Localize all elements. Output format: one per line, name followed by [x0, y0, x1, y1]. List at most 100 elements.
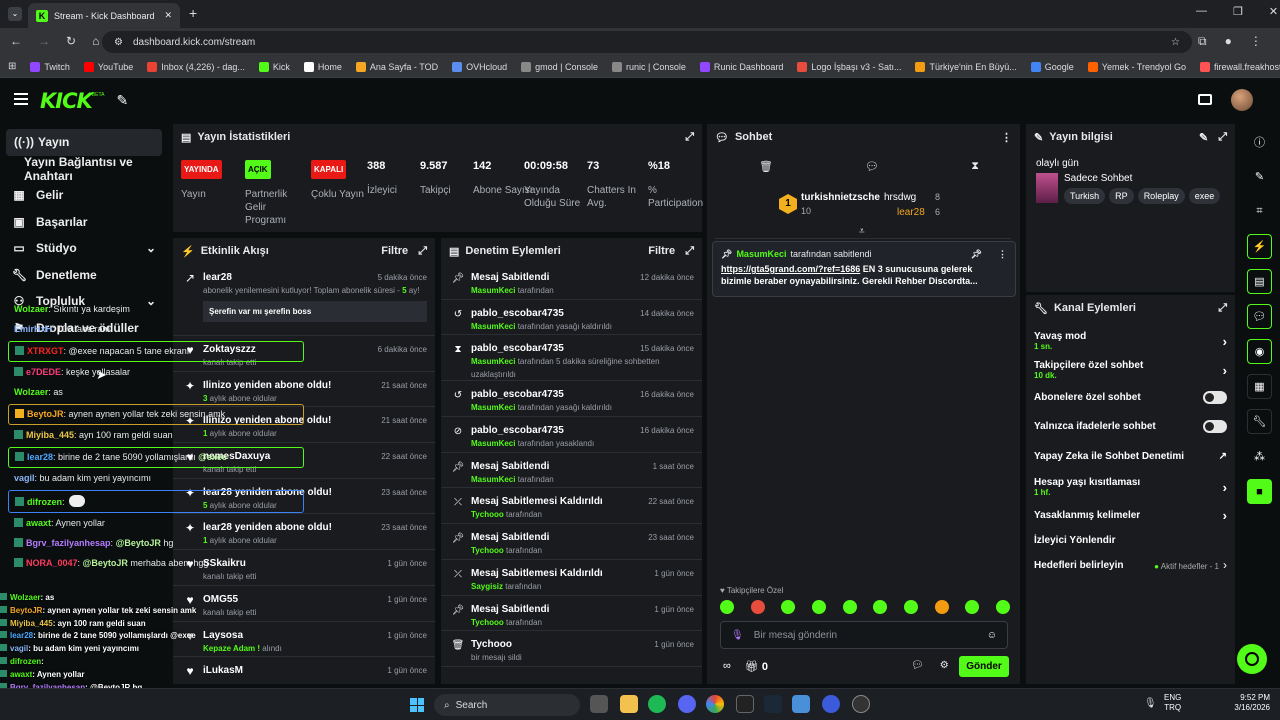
channel-action-row[interactable]: Yavaş mod 1 sn. ›	[1026, 327, 1235, 355]
emote-button-icon[interactable]	[965, 600, 980, 614]
file-explorer-icon[interactable]	[620, 695, 638, 713]
taskbar-search[interactable]: ⌕ Search	[434, 694, 580, 716]
browser-tab[interactable]: K Stream - Kick Dashboard ✕	[28, 3, 180, 28]
chat-username[interactable]: Wolzaer	[14, 387, 48, 397]
home-icon[interactable]: ⌂	[92, 34, 99, 48]
stream-tag[interactable]: Turkish	[1064, 188, 1106, 204]
feed-item[interactable]: ♥ OMG55 1 gün önce kanalı takip etti	[173, 586, 435, 622]
chat-message-input[interactable]: 🎙︎ Bir mesaj gönderin ☺	[720, 621, 1008, 649]
tab-close-icon[interactable]: ✕	[164, 10, 172, 21]
mod-filter-button[interactable]: Filtre	[648, 245, 675, 257]
send-button[interactable]: Gönder	[959, 656, 1009, 677]
chat-username[interactable]: Miyiba_445	[26, 430, 74, 440]
popout-icon[interactable]: ⤢	[685, 245, 694, 258]
channel-action-row[interactable]: Takipçilere özel sohbet 10 dk. ›	[1026, 356, 1235, 384]
app-blue-icon[interactable]	[822, 695, 840, 713]
bookmark-item[interactable]: Inbox (4,226) - dag...	[147, 61, 245, 72]
channel-action-row[interactable]: Abonelere özel sohbet	[1026, 387, 1235, 407]
gift-icon[interactable]: 🎁︎ 0	[745, 660, 768, 673]
toggle-switch[interactable]	[1203, 419, 1227, 433]
sidebar-item-yayin[interactable]: ((·)) Yayın	[6, 129, 162, 156]
chevron-right-icon[interactable]: ›	[1223, 363, 1227, 378]
infinity-icon[interactable]: ∞	[723, 660, 731, 673]
chat-message[interactable]: Miyiba_445: ayn 100 ram geldi suan	[8, 426, 304, 446]
lang-2[interactable]: TRQ	[1164, 703, 1181, 713]
layout-icon[interactable]: ▦	[1247, 374, 1272, 399]
steam-icon[interactable]	[764, 695, 782, 713]
site-info-icon[interactable]: ⚙	[114, 37, 123, 48]
bookmark-item[interactable]: OVHcloud	[452, 61, 507, 72]
game-icon[interactable]: ■	[1247, 479, 1272, 504]
chat-message[interactable]: e7DEDE: keşke yollasalar	[8, 363, 304, 383]
emote-button-icon[interactable]	[750, 600, 765, 614]
chat-bubble-icon[interactable]: 💬︎	[865, 160, 879, 173]
chat-username[interactable]: EmirHxH	[14, 324, 52, 334]
chat-username[interactable]: lear28	[27, 452, 53, 462]
chat-username[interactable]: e7DEDE	[26, 367, 61, 377]
bookmark-item[interactable]: Google	[1030, 61, 1074, 72]
emote-button-icon[interactable]	[720, 600, 734, 614]
chat-message[interactable]: XTRXGT: @exee napacan 5 tane ekranı	[8, 341, 304, 362]
chat-message[interactable]: BeytoJR: aynen aynen yollar tek zeki sen…	[8, 404, 304, 425]
menu-icon[interactable]	[14, 93, 28, 105]
emote-button-icon[interactable]	[811, 600, 826, 614]
mod-action-item[interactable]: 📌︎ Mesaj Sabitlendi 12 dakika önce MasumKec…	[441, 264, 702, 300]
emoji-icon[interactable]: ☺	[987, 630, 997, 641]
url-field[interactable]: ⚙ dashboard.kick.com/stream ☆	[102, 31, 1192, 53]
crop-icon[interactable]: ⌗	[1247, 199, 1272, 224]
emote-button-icon[interactable]	[995, 600, 1010, 614]
emote-button-icon[interactable]	[903, 600, 918, 614]
mod-action-item[interactable]: 📌︎ Mesaj Sabitlendi 1 saat önce MasumKeci t…	[441, 453, 702, 489]
toggle-switch[interactable]	[1203, 390, 1227, 404]
bookmark-item[interactable]: Home	[303, 61, 342, 72]
bookmark-item[interactable]: Yemek - Trendyol Go	[1087, 61, 1186, 72]
bookmark-item[interactable]: gmod | Console	[521, 61, 598, 72]
reload-icon[interactable]: ↻	[66, 34, 76, 48]
bookmark-item[interactable]: Ana Sayfa - TOD	[355, 61, 438, 72]
emote-button-icon[interactable]	[873, 600, 888, 614]
chat-username[interactable]: XTRXGT	[27, 346, 64, 356]
emote-button-icon[interactable]	[781, 600, 796, 614]
info-icon[interactable]: ⓘ	[1247, 129, 1272, 154]
chevron-right-icon[interactable]: ›	[1223, 334, 1227, 349]
bookmark-item[interactable]: Türkiye'nin En Büyü...	[915, 61, 1017, 72]
windows-start-icon[interactable]	[410, 698, 424, 712]
trash-icon[interactable]: 🗑︎	[759, 160, 773, 173]
chat-message[interactable]: Bgrv_fazilyanhesap: @BeytoJR hg	[8, 534, 304, 554]
mod-action-item[interactable]: 📌︎ Mesaj Sabitlendi 23 saat önce Tychooo ta…	[441, 524, 702, 560]
chat-message[interactable]: difrozen:	[8, 490, 304, 513]
chat-message[interactable]: awaxt: Aynen yollar	[8, 514, 304, 534]
discord-icon[interactable]	[678, 695, 696, 713]
mod-action-item[interactable]: ⤫ Mesaj Sabitlemesi Kaldırıldı 22 saat önc…	[441, 488, 702, 525]
minimize-icon[interactable]: —	[1196, 5, 1207, 18]
avatar[interactable]	[1231, 89, 1253, 111]
mod-action-item[interactable]: ⤫ Mesaj Sabitlemesi Kaldırıldı 1 gün önce S…	[441, 560, 702, 596]
chat-message[interactable]: Wolzaer: as	[8, 383, 304, 403]
channel-action-row[interactable]: Yapay Zeka ile Sohbet Denetimi ↗	[1026, 446, 1235, 466]
edit-icon[interactable]: ✎	[1199, 131, 1208, 144]
popout-icon[interactable]: ⤢	[685, 131, 694, 144]
chat-message[interactable]: EmirHxH: 100 tane ram	[8, 320, 304, 340]
tab-search-icon[interactable]: ⌄	[8, 7, 22, 21]
clock-time[interactable]: 9:52 PM	[1226, 693, 1270, 703]
chat-message[interactable]: vagil: bu adam kim yeni yayıncımı	[8, 469, 304, 489]
pin-tool-icon[interactable]: ✎	[116, 92, 128, 109]
nodes-icon[interactable]: ⁂	[1247, 444, 1272, 469]
chat-username[interactable]: Wolzaer	[14, 304, 48, 314]
extensions-icon[interactable]: ⧉	[1198, 34, 1207, 49]
lightning-icon[interactable]: ⚡	[1247, 234, 1272, 259]
sidebar-item-basarilar[interactable]: ▣ Başarılar	[0, 209, 168, 236]
epic-games-icon[interactable]	[736, 695, 754, 713]
popout-icon[interactable]: ⤢	[1218, 131, 1227, 144]
wrench-icon[interactable]: 🔧︎	[1247, 409, 1272, 434]
chat-mention[interactable]: @BeytoJR	[83, 558, 128, 568]
category-thumbnail[interactable]	[1036, 173, 1058, 203]
chat-settings-bubble-icon[interactable]: 💬︎	[911, 660, 924, 671]
channel-action-row[interactable]: Yalnızca ifadelerle sohbet	[1026, 416, 1235, 436]
chevron-right-icon[interactable]: ›	[1223, 558, 1227, 572]
spotify-icon[interactable]	[648, 695, 666, 713]
broadcast-icon[interactable]: ◉	[1247, 339, 1272, 364]
close-window-icon[interactable]: ✕	[1269, 5, 1278, 18]
chat-message[interactable]: Wolzaer: Sıkıntı ya kardeşim	[8, 300, 304, 320]
chevron-right-icon[interactable]: ›	[1223, 480, 1227, 495]
